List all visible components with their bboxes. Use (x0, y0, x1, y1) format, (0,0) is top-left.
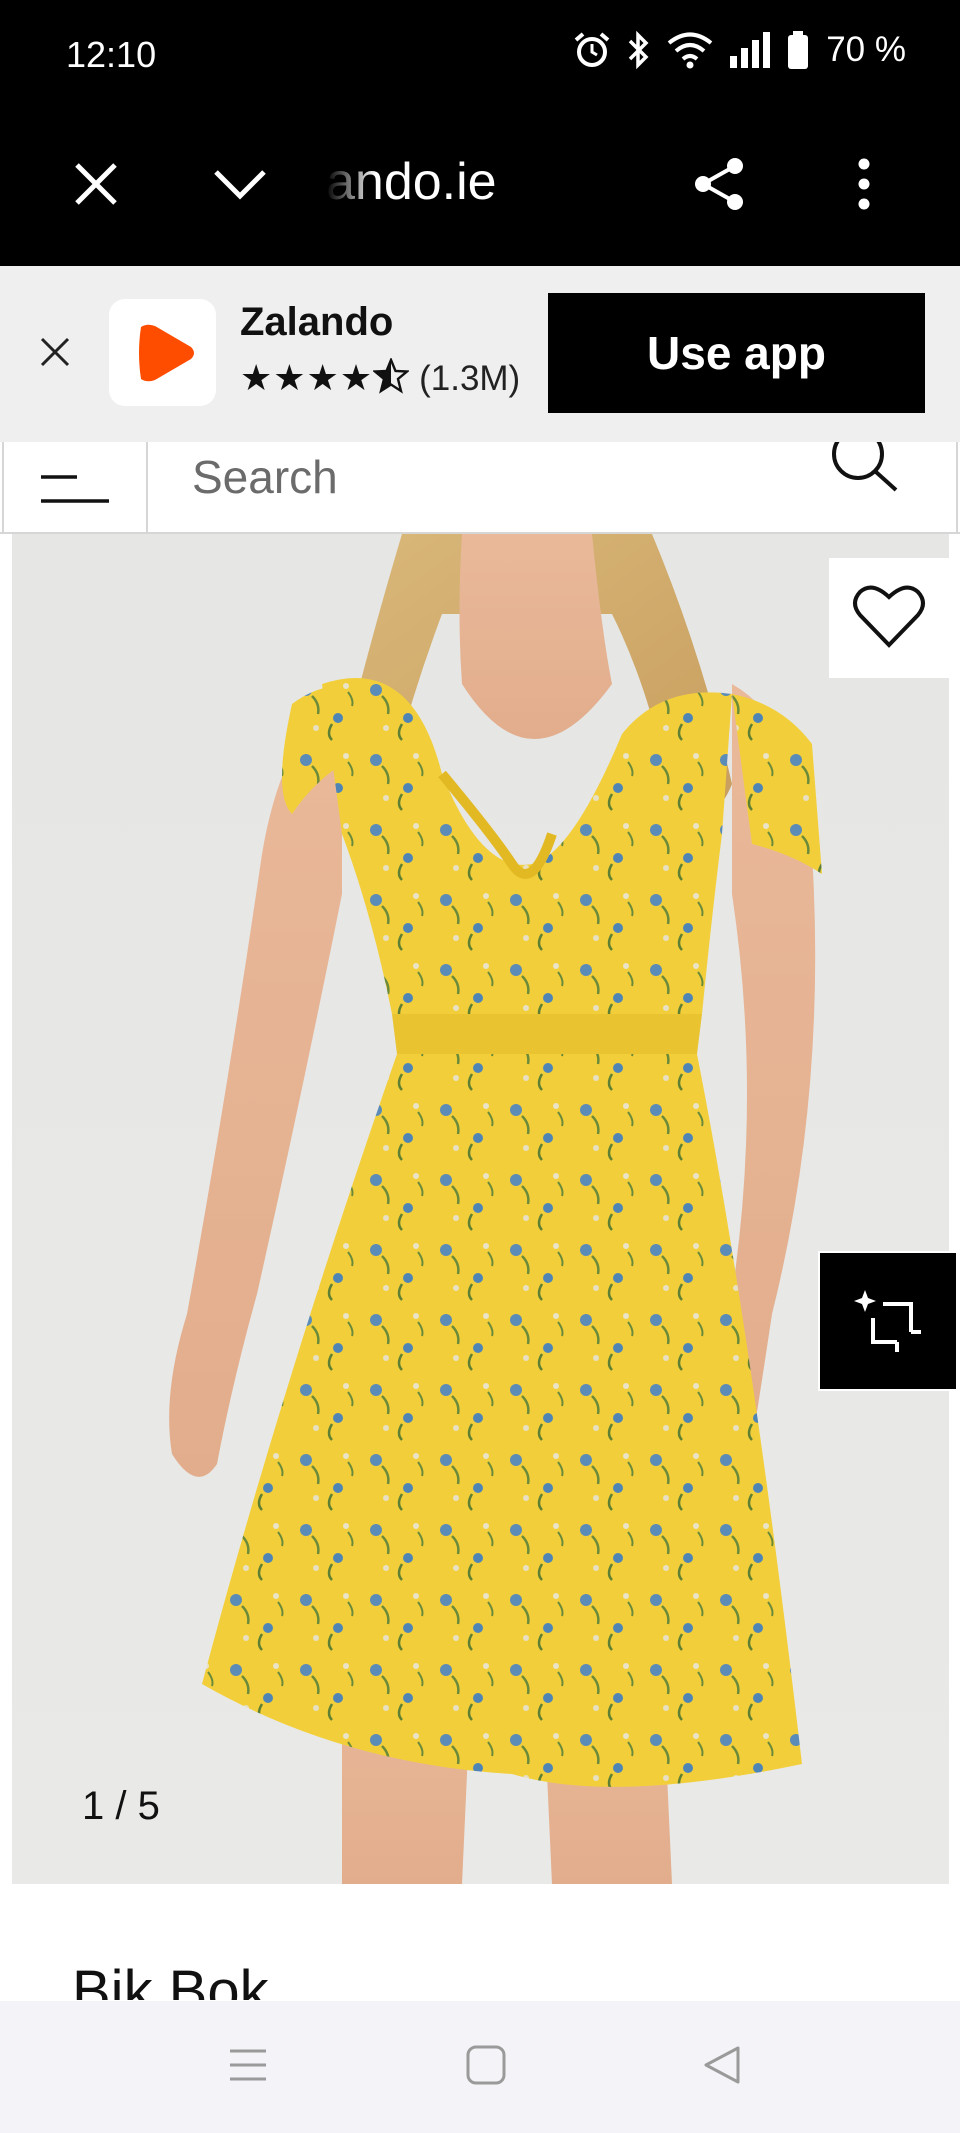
share-icon (691, 154, 749, 219)
signal-icon (728, 30, 772, 70)
wifi-icon (666, 30, 714, 70)
app-logo (109, 299, 216, 406)
search-icon (824, 428, 904, 499)
status-icons: 70 % (572, 30, 906, 70)
recents-button[interactable] (218, 2037, 278, 2097)
browser-toolbar: ando.ie (0, 110, 960, 266)
battery-percentage: 70 % (826, 30, 906, 69)
half-star-icon (371, 356, 411, 399)
search-placeholder: Search (192, 451, 338, 503)
search-button[interactable] (824, 428, 904, 512)
crop-sparkle-icon (853, 1284, 923, 1359)
close-tab-button[interactable] (56, 146, 136, 226)
more-vert-icon (857, 157, 871, 216)
chevron-down-icon (212, 167, 268, 206)
home-icon (465, 2044, 507, 2091)
zalando-logo-icon (138, 324, 194, 381)
status-bar: 12:10 70 % (0, 0, 960, 110)
battery-icon (786, 30, 810, 70)
status-time: 12:10 (66, 34, 157, 75)
close-icon (73, 161, 119, 212)
alarm-icon (572, 30, 612, 70)
hamburger-menu-icon (39, 463, 111, 512)
banner-close-button[interactable] (30, 324, 80, 384)
recents-icon (226, 2045, 270, 2090)
url-display[interactable]: ando.ie (326, 152, 497, 212)
use-app-button[interactable]: Use app (548, 293, 925, 413)
dress-illustration (169, 534, 822, 1884)
heart-icon (852, 583, 926, 654)
app-name: Zalando (240, 300, 394, 344)
product-brand[interactable]: Bik Bok (72, 1952, 269, 2000)
more-options-button[interactable] (824, 146, 904, 226)
product-image[interactable] (12, 534, 949, 1884)
minimize-button[interactable] (200, 146, 280, 226)
menu-button[interactable] (2, 442, 148, 532)
similar-items-button[interactable] (818, 1251, 958, 1391)
back-icon (702, 2044, 742, 2091)
system-navigation-bar (0, 2001, 960, 2133)
wishlist-button[interactable] (829, 558, 949, 678)
app-install-banner: Zalando ★★★★ (1.3M) Use app (0, 266, 960, 442)
rating-stars: ★★★★ (240, 358, 374, 399)
close-icon (40, 337, 70, 372)
bluetooth-icon (626, 30, 652, 70)
search-bar: Search (0, 428, 960, 534)
rating-count: (1.3M) (419, 358, 521, 398)
home-button[interactable] (456, 2037, 516, 2097)
image-counter: 1 / 5 (82, 1784, 160, 1828)
app-rating: ★★★★ (1.3M) (240, 356, 521, 399)
back-button[interactable] (692, 2037, 752, 2097)
share-button[interactable] (680, 146, 760, 226)
